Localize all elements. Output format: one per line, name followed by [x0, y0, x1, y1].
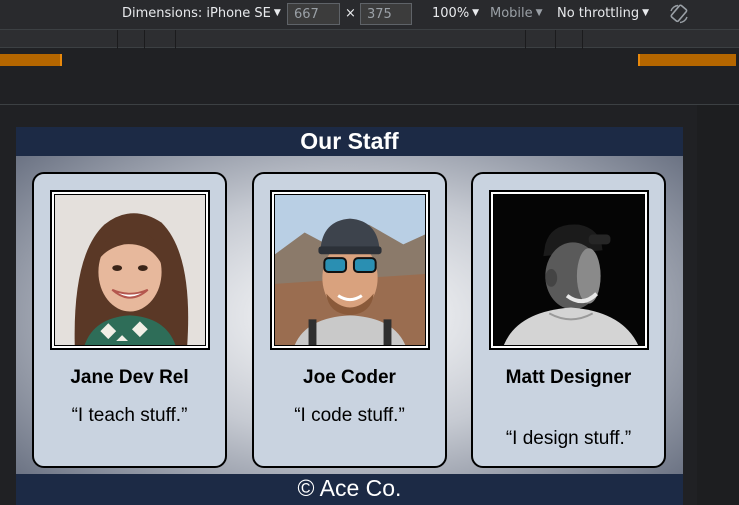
dropdown-caret-icon: ▼ [472, 8, 480, 18]
portrait-photo [493, 194, 645, 346]
media-query-marker [144, 30, 145, 49]
staff-quote: “I teach stuff.” [71, 405, 188, 426]
zoom-label: 100% [432, 6, 470, 21]
page-title: Our Staff [16, 127, 683, 156]
staff-card: Joe Coder “I code stuff.” [252, 172, 447, 468]
dropdown-caret-icon: ▼ [273, 8, 281, 18]
height-input[interactable] [360, 3, 412, 25]
staff-card: Matt Designer “I design stuff.” [471, 172, 666, 468]
media-query-marker [582, 30, 583, 49]
throttling-label: No throttling [557, 6, 640, 21]
width-input[interactable] [287, 3, 340, 25]
viewport-gutter [697, 105, 739, 505]
media-query-marker [555, 30, 556, 49]
breakpoint-bar-left[interactable] [0, 54, 62, 66]
dropdown-caret-icon: ▼ [535, 8, 543, 18]
device-type-dropdown[interactable]: Mobile ▼ [490, 6, 543, 21]
media-query-marker [117, 30, 118, 49]
staff-name: Jane Dev Rel [70, 367, 189, 388]
device-toolbar: Dimensions: iPhone SE▼ × 100%▼ Mobile▼ N… [0, 0, 739, 29]
photo-frame [489, 190, 649, 350]
device-dimensions-label: Dimensions: iPhone SE [122, 6, 271, 21]
dropdown-caret-icon: ▼ [642, 8, 649, 18]
breakpoint-bar-right[interactable] [638, 54, 736, 66]
media-query-marker [175, 30, 176, 49]
photo-frame [50, 190, 210, 350]
device-dimensions-dropdown[interactable]: Dimensions: iPhone SE ▼ [122, 6, 281, 21]
page-footer: © Ace Co. [16, 474, 683, 505]
portrait-photo [274, 194, 426, 346]
dimension-separator: × [345, 6, 356, 21]
photo-frame [270, 190, 430, 350]
staff-name: Matt Designer [505, 367, 632, 388]
staff-name: Joe Coder [303, 367, 396, 388]
media-query-marker [525, 30, 526, 49]
portrait-photo [54, 194, 206, 346]
throttling-dropdown[interactable]: No throttling ▼ [557, 6, 649, 21]
emulated-viewport: Our Staff Jane Dev Rel “I teach stuff.” [16, 127, 683, 505]
staff-quote: “I design stuff.” [505, 428, 632, 449]
zoom-dropdown[interactable]: 100% ▼ [432, 6, 479, 21]
media-query-bar[interactable] [0, 29, 739, 49]
staff-quote: “I code stuff.” [294, 405, 405, 426]
ruler-divider [0, 104, 739, 105]
rotate-icon[interactable] [668, 3, 690, 25]
device-type-label: Mobile [490, 6, 533, 21]
staff-card: Jane Dev Rel “I teach stuff.” [32, 172, 227, 468]
